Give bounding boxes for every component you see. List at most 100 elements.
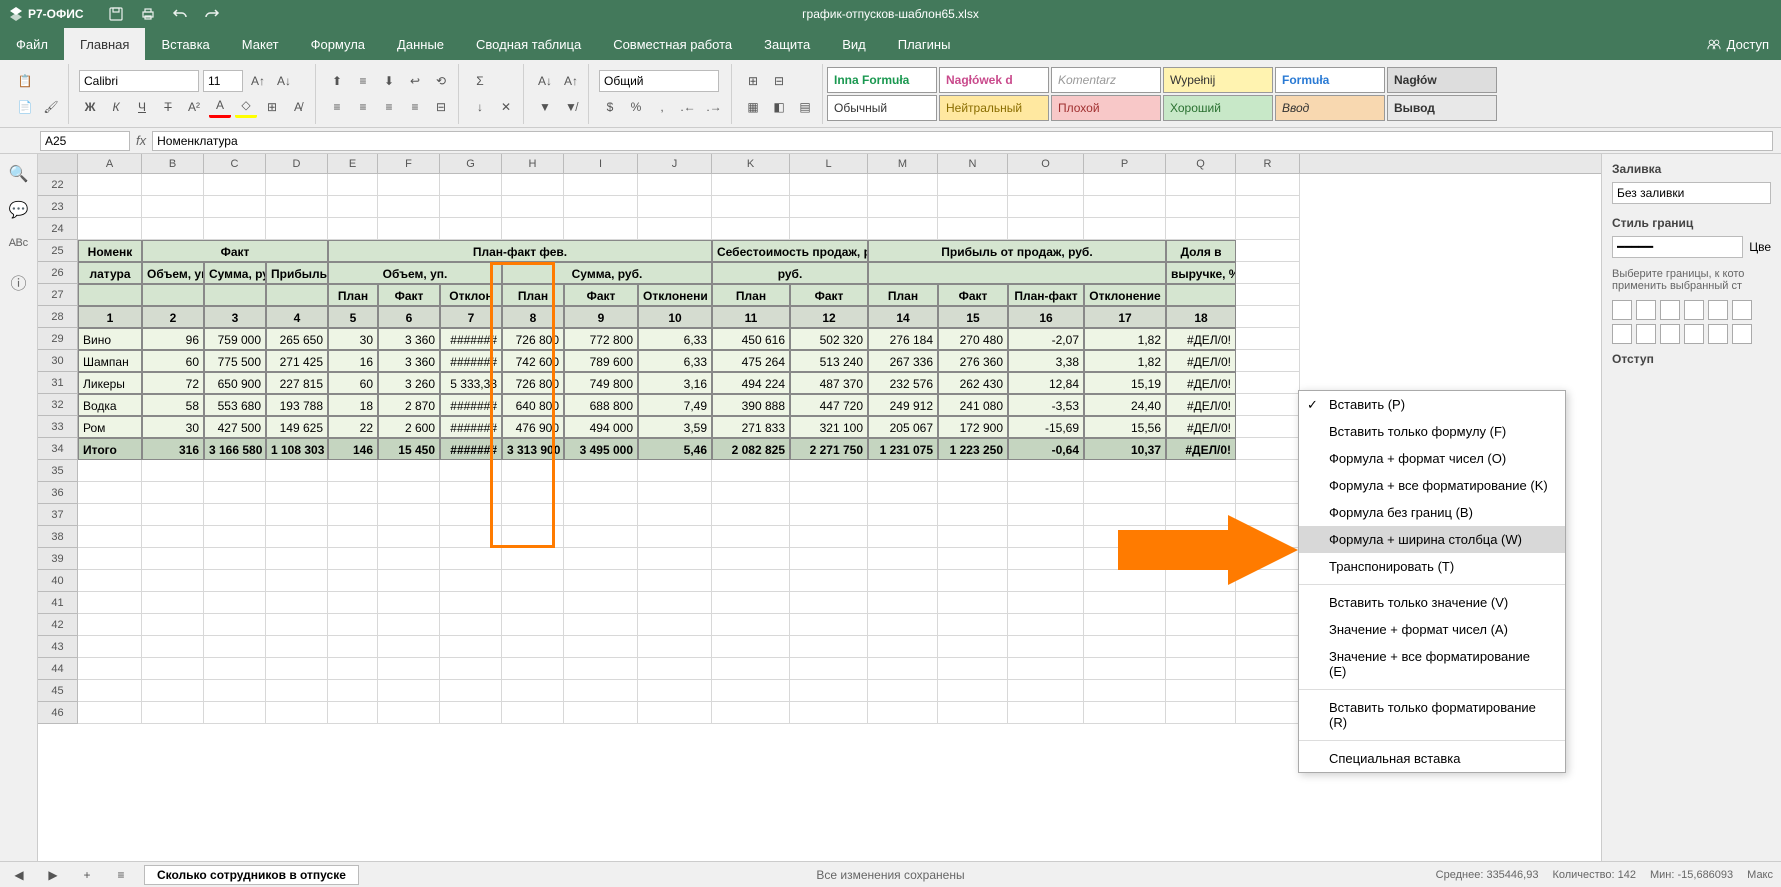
cell[interactable] bbox=[1236, 702, 1300, 724]
cell[interactable] bbox=[1084, 460, 1166, 482]
cell[interactable]: 390 888 bbox=[712, 394, 790, 416]
cell[interactable] bbox=[142, 526, 204, 548]
cell[interactable] bbox=[266, 658, 328, 680]
cell[interactable] bbox=[502, 592, 564, 614]
cell[interactable] bbox=[938, 460, 1008, 482]
cell[interactable] bbox=[502, 526, 564, 548]
cell[interactable]: 271 425 bbox=[266, 350, 328, 372]
cell[interactable] bbox=[78, 702, 142, 724]
cell[interactable] bbox=[938, 680, 1008, 702]
cell[interactable]: Факт bbox=[142, 240, 328, 262]
cell[interactable] bbox=[1236, 262, 1300, 284]
cell[interactable] bbox=[1008, 482, 1084, 504]
cell[interactable] bbox=[712, 460, 790, 482]
cell[interactable]: 3 166 580 bbox=[204, 438, 266, 460]
cell[interactable] bbox=[78, 284, 142, 306]
cell[interactable]: 316 bbox=[142, 438, 204, 460]
cell[interactable]: 321 100 bbox=[790, 416, 868, 438]
row-header-31[interactable]: 31 bbox=[38, 372, 78, 394]
menu-Вид[interactable]: Вид bbox=[826, 28, 882, 60]
cell[interactable]: 18 bbox=[328, 394, 378, 416]
row-header-45[interactable]: 45 bbox=[38, 680, 78, 702]
cell[interactable] bbox=[1236, 306, 1300, 328]
cell[interactable]: 9 bbox=[564, 306, 638, 328]
percent-icon[interactable]: % bbox=[625, 96, 647, 118]
cell[interactable]: 3,16 bbox=[638, 372, 712, 394]
menu-Данные[interactable]: Данные bbox=[381, 28, 460, 60]
cell[interactable] bbox=[440, 614, 502, 636]
style-Плохой[interactable]: Плохой bbox=[1051, 95, 1161, 121]
cell[interactable] bbox=[440, 702, 502, 724]
cell[interactable] bbox=[938, 702, 1008, 724]
col-header-R[interactable]: R bbox=[1236, 154, 1300, 173]
remove-filter-icon[interactable]: ▼̸ bbox=[560, 96, 582, 118]
style-Nagłówek d[interactable]: Nagłówek d bbox=[939, 67, 1049, 93]
cell[interactable]: 772 800 bbox=[564, 328, 638, 350]
row-header-37[interactable]: 37 bbox=[38, 504, 78, 526]
cell[interactable] bbox=[440, 592, 502, 614]
cell[interactable]: латура bbox=[78, 262, 142, 284]
cell[interactable] bbox=[868, 548, 938, 570]
cell[interactable] bbox=[1084, 702, 1166, 724]
cell[interactable]: 3 260 bbox=[378, 372, 440, 394]
cell[interactable] bbox=[142, 284, 204, 306]
cell[interactable] bbox=[142, 614, 204, 636]
cell[interactable] bbox=[564, 504, 638, 526]
cell[interactable]: 276 184 bbox=[868, 328, 938, 350]
cell[interactable]: План-факт bbox=[1008, 284, 1084, 306]
cell[interactable] bbox=[1236, 240, 1300, 262]
cell[interactable] bbox=[502, 570, 564, 592]
cell[interactable]: 60 bbox=[328, 372, 378, 394]
ctx-Значение + все форматирование (E)[interactable]: Значение + все форматирование (E) bbox=[1299, 643, 1565, 685]
row-header-24[interactable]: 24 bbox=[38, 218, 78, 240]
cell[interactable]: Факт bbox=[378, 284, 440, 306]
cell[interactable] bbox=[440, 570, 502, 592]
cell[interactable] bbox=[378, 592, 440, 614]
cell[interactable] bbox=[868, 526, 938, 548]
wrap-text-icon[interactable]: ↩ bbox=[404, 70, 426, 92]
cell[interactable] bbox=[78, 592, 142, 614]
font-color-icon[interactable]: A bbox=[209, 96, 231, 118]
cell[interactable]: 60 bbox=[142, 350, 204, 372]
cell[interactable] bbox=[564, 680, 638, 702]
cell[interactable] bbox=[564, 702, 638, 724]
cell[interactable]: 3,38 bbox=[1008, 350, 1084, 372]
col-header-B[interactable]: B bbox=[142, 154, 204, 173]
cell[interactable] bbox=[790, 482, 868, 504]
cell[interactable] bbox=[712, 196, 790, 218]
cell[interactable] bbox=[564, 614, 638, 636]
menu-Файл[interactable]: Файл bbox=[0, 28, 64, 60]
cell[interactable]: 10 bbox=[638, 306, 712, 328]
cell[interactable]: 5,46 bbox=[638, 438, 712, 460]
col-header-I[interactable]: I bbox=[564, 154, 638, 173]
row-header-32[interactable]: 32 bbox=[38, 394, 78, 416]
cell[interactable] bbox=[1166, 482, 1236, 504]
cell[interactable] bbox=[328, 636, 378, 658]
cell[interactable] bbox=[1236, 438, 1300, 460]
cell[interactable] bbox=[78, 636, 142, 658]
cell[interactable]: Прибыль bbox=[266, 262, 328, 284]
info-icon[interactable]: ⓘ bbox=[9, 272, 29, 292]
cell[interactable] bbox=[868, 460, 938, 482]
sheets-list-icon[interactable]: ≡ bbox=[110, 864, 132, 886]
cell[interactable] bbox=[328, 570, 378, 592]
cell[interactable] bbox=[938, 636, 1008, 658]
cell[interactable]: 476 900 bbox=[502, 416, 564, 438]
cell[interactable]: 15,56 bbox=[1084, 416, 1166, 438]
cell[interactable]: 17 bbox=[1084, 306, 1166, 328]
cell[interactable] bbox=[1236, 482, 1300, 504]
align-left-icon[interactable]: ≡ bbox=[326, 96, 348, 118]
cell[interactable] bbox=[266, 636, 328, 658]
cell[interactable]: ####### bbox=[440, 438, 502, 460]
cell[interactable] bbox=[1084, 482, 1166, 504]
style-Inna Formuła[interactable]: Inna Formuła bbox=[827, 67, 937, 93]
cell[interactable]: #ДЕЛ/0! bbox=[1166, 350, 1236, 372]
cell[interactable] bbox=[712, 636, 790, 658]
cell[interactable]: 2 082 825 bbox=[712, 438, 790, 460]
cell[interactable]: #ДЕЛ/0! bbox=[1166, 438, 1236, 460]
cell[interactable]: 249 912 bbox=[868, 394, 938, 416]
cell[interactable]: 4 bbox=[266, 306, 328, 328]
cell[interactable] bbox=[638, 548, 712, 570]
cell[interactable] bbox=[78, 614, 142, 636]
cell[interactable] bbox=[1084, 196, 1166, 218]
